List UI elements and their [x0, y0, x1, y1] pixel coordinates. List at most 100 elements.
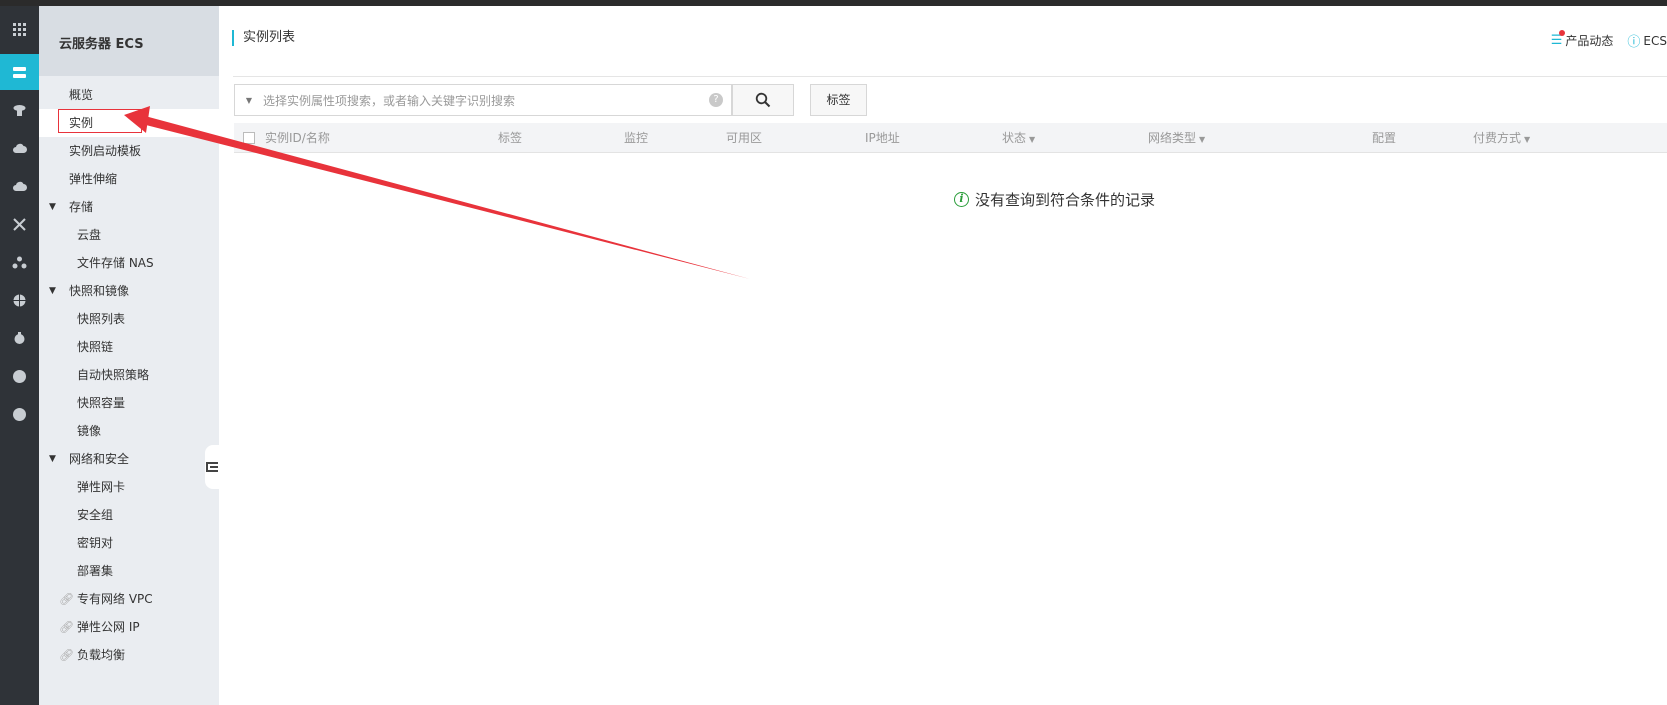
- caret-down-icon[interactable]: ▼: [235, 96, 263, 105]
- sidebar-item-eni[interactable]: 弹性网卡: [39, 473, 219, 501]
- sidebar-item-snapshot-chain[interactable]: 快照链: [39, 333, 219, 361]
- product-news-label: 产品动态: [1565, 34, 1614, 48]
- main-content: 实例列表 ☰ 产品动态 ⓘ ECS ▼ 选择实例属性项搜索，或者输入关键字识别搜…: [219, 6, 1667, 705]
- sidebar-item-label: 专有网络 VPC: [77, 592, 153, 606]
- column-label: 可用区: [726, 131, 763, 145]
- server-icon[interactable]: [0, 54, 39, 90]
- sidebar-item-security-groups[interactable]: 安全组: [39, 501, 219, 529]
- search-placeholder: 选择实例属性项搜索，或者输入关键字识别搜索: [263, 93, 516, 108]
- sidebar-collapse-toggle[interactable]: [205, 445, 219, 489]
- link-icon: 🔗︎: [59, 592, 75, 606]
- product-news-link[interactable]: ☰ 产品动态: [1551, 30, 1614, 49]
- sidebar-item-label: 快照容量: [77, 396, 126, 410]
- column-header-ip-address: IP地址: [865, 123, 900, 153]
- caret-down-icon: ▼: [1524, 135, 1531, 144]
- annotation-highlight-box: [58, 109, 142, 133]
- sidebar-item-auto-snapshot-policy[interactable]: 自动快照策略: [39, 361, 219, 389]
- sidebar-item-deployment-sets[interactable]: 部署集: [39, 557, 219, 585]
- help-icon: ⓘ: [1627, 35, 1641, 50]
- column-label: 标签: [498, 131, 523, 145]
- network-icon[interactable]: [0, 206, 39, 242]
- search-icon: [755, 92, 771, 108]
- column-header-status[interactable]: 状态 ▼: [1002, 123, 1035, 155]
- empty-state: i 没有查询到符合条件的记录: [954, 189, 1155, 210]
- sidebar-item-images[interactable]: 镜像: [39, 417, 219, 445]
- sidebar-item-label: 实例启动模板: [69, 144, 142, 158]
- sidebar-item-auto-scaling[interactable]: 弹性伸缩: [39, 165, 219, 193]
- cloud-icon[interactable]: [0, 130, 39, 166]
- column-header-zone: 可用区: [726, 123, 762, 153]
- divider: [233, 76, 1667, 77]
- sidebar-item-label: 快照链: [77, 340, 114, 354]
- sidebar-item-label: 部署集: [77, 564, 114, 578]
- search-input[interactable]: ▼ 选择实例属性项搜索，或者输入关键字识别搜索 ?: [234, 84, 732, 116]
- column-label: 状态: [1002, 131, 1027, 145]
- database-icon[interactable]: [0, 92, 39, 128]
- select-all-checkbox[interactable]: [243, 132, 255, 144]
- circle-icon[interactable]: [0, 396, 39, 432]
- sidebar-item-label: 负载均衡: [77, 648, 126, 662]
- sidebar-item-label: 云盘: [77, 228, 102, 242]
- empty-state-text: 没有查询到符合条件的记录: [975, 191, 1156, 209]
- column-label: 实例ID/名称: [265, 131, 330, 145]
- cloud-upload-icon[interactable]: [0, 168, 39, 204]
- globe-icon[interactable]: [0, 282, 39, 318]
- sidebar-item-label: 快照和镜像: [69, 284, 130, 298]
- header-links: ☰ 产品动态 ⓘ ECS: [1551, 30, 1667, 51]
- column-label: 配置: [1372, 131, 1397, 145]
- column-header-tags: 标签: [498, 123, 522, 153]
- question-icon[interactable]: ?: [709, 93, 723, 107]
- tag-button[interactable]: 标签: [810, 84, 867, 116]
- sidebar-link-eip[interactable]: 🔗︎ 弹性公网 IP: [39, 613, 219, 641]
- help-label: ECS: [1643, 33, 1667, 48]
- list-icon: ☰: [1551, 30, 1566, 48]
- sidebar-link-vpc[interactable]: 🔗︎ 专有网络 VPC: [39, 585, 219, 613]
- table-header: 实例ID/名称 标签 监控 可用区 IP地址 状态 ▼ 网络类型 ▼ 配置 付费方式…: [234, 123, 1667, 153]
- sidebar-item-label: 存储: [69, 200, 94, 214]
- caret-down-icon: ▼: [1029, 135, 1036, 144]
- sidebar-group-snapshots-images[interactable]: ▼ 快照和镜像: [39, 277, 219, 305]
- sidebar-item-key-pairs[interactable]: 密钥对: [39, 529, 219, 557]
- caret-down-icon: ▼: [49, 202, 56, 212]
- circle-icon[interactable]: [0, 358, 39, 394]
- sidebar-item-label: 网络和安全: [69, 452, 130, 466]
- caret-down-icon: ▼: [1199, 135, 1206, 144]
- column-label: IP地址: [865, 131, 900, 145]
- sidebar-link-slb[interactable]: 🔗︎ 负载均衡: [39, 641, 219, 669]
- column-header-configuration: 配置: [1372, 123, 1396, 153]
- caret-down-icon: ▼: [49, 454, 56, 464]
- sidebar-item-snapshot-list[interactable]: 快照列表: [39, 305, 219, 333]
- search-button[interactable]: [732, 84, 794, 116]
- sidebar-item-label: 镜像: [77, 424, 102, 438]
- link-icon: 🔗︎: [59, 620, 75, 634]
- sidebar-group-storage[interactable]: ▼ 存储: [39, 193, 219, 221]
- help-link[interactable]: ⓘ ECS: [1627, 31, 1667, 51]
- sidebar-item-label: 弹性公网 IP: [77, 620, 140, 634]
- nodes-icon[interactable]: [0, 244, 39, 280]
- sidebar-item-label: 自动快照策略: [77, 368, 150, 382]
- column-label: 监控: [624, 131, 649, 145]
- column-label: 网络类型: [1148, 131, 1197, 145]
- column-header-monitoring: 监控: [624, 123, 648, 153]
- sidebar-item-overview[interactable]: 概览: [39, 81, 219, 109]
- column-label: 付费方式: [1473, 131, 1522, 145]
- sidebar-item-snapshot-capacity[interactable]: 快照容量: [39, 389, 219, 417]
- page-title: 实例列表: [232, 30, 295, 46]
- grid-menu-icon[interactable]: [0, 11, 39, 47]
- sidebar-item-launch-templates[interactable]: 实例启动模板: [39, 137, 219, 165]
- sidebar-item-label: 快照列表: [77, 312, 126, 326]
- sidebar-item-label: 文件存储 NAS: [77, 256, 154, 270]
- product-rail: [0, 6, 39, 705]
- link-icon: 🔗︎: [59, 648, 75, 662]
- sidebar-item-disks[interactable]: 云盘: [39, 221, 219, 249]
- sidebar-item-label: 弹性网卡: [77, 480, 126, 494]
- column-header-network-type[interactable]: 网络类型 ▼: [1148, 123, 1205, 155]
- sidebar-item-label: 密钥对: [77, 536, 114, 550]
- column-header-billing-method[interactable]: 付费方式 ▼: [1473, 123, 1530, 155]
- sidebar-item-nas[interactable]: 文件存储 NAS: [39, 249, 219, 277]
- settings-icon[interactable]: [0, 320, 39, 356]
- sidebar-group-network-security[interactable]: ▼ 网络和安全: [39, 445, 219, 473]
- sidebar-item-label: 安全组: [77, 508, 114, 522]
- sidebar-title: 云服务器 ECS: [39, 6, 219, 76]
- sidebar-item-label: 概览: [69, 88, 94, 102]
